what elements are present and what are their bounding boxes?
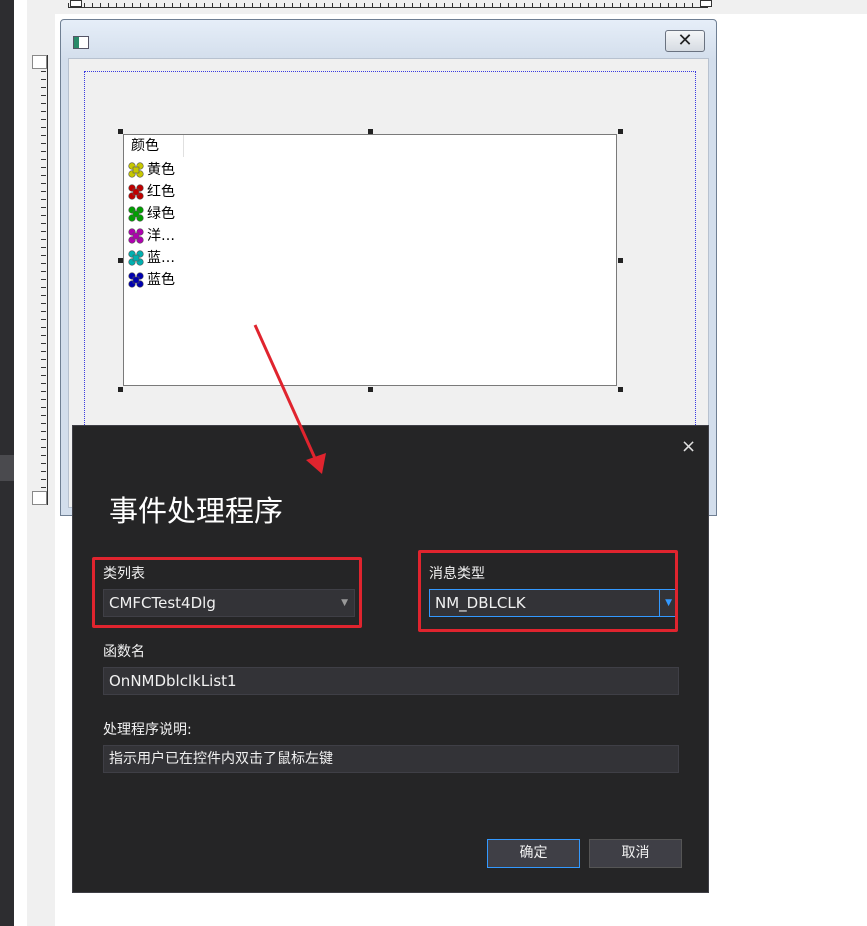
window-close-button[interactable]: ✕ (665, 30, 705, 52)
horizontal-ruler (68, 0, 708, 8)
list-item-label: 蓝… (147, 250, 175, 266)
ruler-top-handle-right[interactable] (700, 0, 712, 7)
list-item[interactable]: 绿色 (128, 203, 175, 225)
list-column-header[interactable]: 颜色 (124, 135, 184, 157)
close-icon: ✕ (677, 30, 693, 51)
description-label: 处理程序说明: (103, 722, 192, 738)
list-item[interactable]: 洋… (128, 225, 175, 247)
list-item-label: 黄色 (147, 162, 175, 178)
ide-left-strip (0, 0, 14, 926)
dialog-title: 事件处理程序 (109, 494, 284, 528)
resize-handle-n[interactable] (368, 129, 373, 134)
list-item[interactable]: 黄色 (128, 159, 175, 181)
annotation-arrow (253, 324, 326, 474)
event-handler-dialog: × 事件处理程序 类列表 CMFCTest4Dlg ▼ 消息类型 NM_DBLC… (72, 425, 709, 893)
list-control[interactable]: 颜色 黄色 红色 绿色 洋… 蓝… 蓝色 (123, 134, 617, 386)
list-item[interactable]: 红色 (128, 181, 175, 203)
list-item-label: 洋… (147, 228, 175, 244)
cyan-puzzle-icon (128, 250, 144, 266)
resize-handle-ne[interactable] (618, 129, 623, 134)
resize-handle-w[interactable] (118, 258, 123, 263)
description-field[interactable]: 指示用户已在控件内双击了鼠标左键 (103, 745, 679, 773)
list-item-label: 绿色 (147, 206, 175, 222)
red-puzzle-icon (128, 184, 144, 200)
highlight-box-class-list (92, 557, 362, 628)
cancel-button[interactable]: 取消 (589, 839, 682, 868)
resize-handle-nw[interactable] (118, 129, 123, 134)
function-name-label: 函数名 (103, 644, 145, 660)
highlight-box-message-type (418, 550, 678, 632)
function-name-field[interactable]: OnNMDblclkList1 (103, 667, 679, 695)
magenta-puzzle-icon (128, 228, 144, 244)
ruler-top-handle-left[interactable] (70, 0, 82, 7)
ruler-left-handle-bottom[interactable] (32, 491, 47, 505)
ide-scroll-marker (0, 455, 14, 481)
list-item-label: 蓝色 (147, 272, 175, 288)
list-item[interactable]: 蓝… (128, 247, 175, 269)
list-item[interactable]: 蓝色 (128, 269, 175, 291)
resize-handle-e[interactable] (618, 258, 623, 263)
ruler-left-handle-top[interactable] (32, 55, 47, 69)
vertical-ruler (33, 55, 48, 505)
arrow-head (306, 453, 326, 474)
close-icon[interactable]: × (681, 436, 696, 457)
green-puzzle-icon (128, 206, 144, 222)
blue-puzzle-icon (128, 272, 144, 288)
resize-handle-sw[interactable] (118, 387, 123, 392)
ok-button[interactable]: 确定 (487, 839, 580, 868)
editor-gutter (14, 0, 27, 926)
yellow-puzzle-icon (128, 162, 144, 178)
resize-handle-s[interactable] (368, 387, 373, 392)
list-item-label: 红色 (147, 184, 175, 200)
resize-handle-se[interactable] (618, 387, 623, 392)
window-app-icon (73, 36, 89, 49)
